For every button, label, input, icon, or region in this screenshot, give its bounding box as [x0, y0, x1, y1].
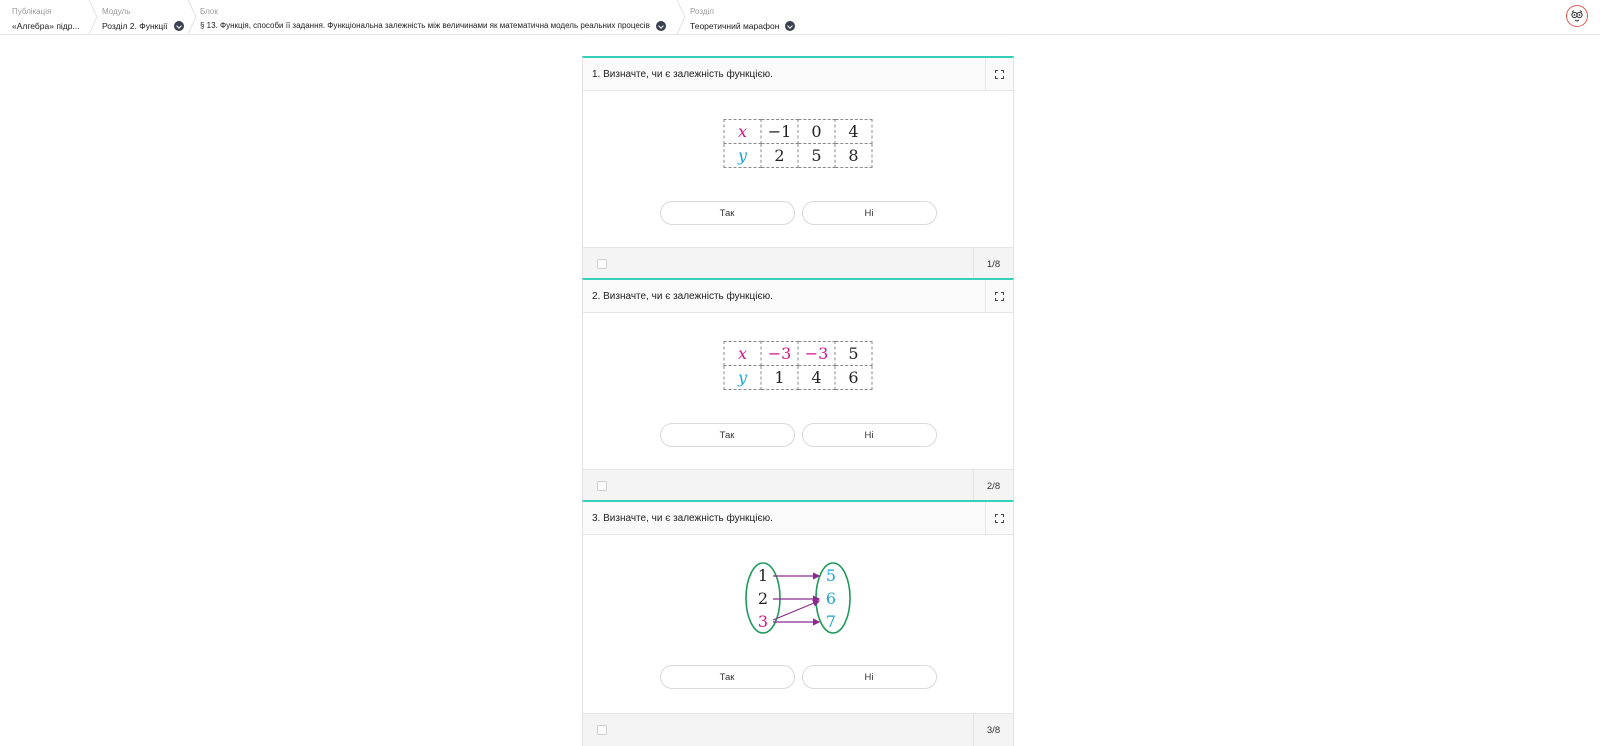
no-button[interactable]: Ні [801, 423, 937, 447]
yes-button[interactable]: Так [659, 665, 795, 689]
mark-checkbox[interactable] [597, 259, 607, 269]
x-label-cell: x [723, 119, 762, 144]
owl-icon [1571, 10, 1583, 22]
right-element: 5 [826, 566, 836, 585]
left-element: 3 [758, 612, 768, 631]
breadcrumb-section[interactable]: Розділ Теоретичний марафон [678, 0, 808, 34]
breadcrumb-value-row: § 13. Функція, способи її задання. Функц… [200, 20, 678, 32]
left-element: 1 [758, 566, 768, 585]
right-element: 6 [826, 589, 836, 608]
x-label-cell: x [723, 341, 762, 366]
mark-checkbox[interactable] [597, 725, 607, 735]
question-header: 1. Визначте, чи є залежність функцією. [583, 58, 1013, 91]
no-button[interactable]: Ні [801, 665, 937, 689]
question-footer: 2/8 [583, 469, 1013, 502]
breadcrumb-value: § 13. Функція, способи її задання. Функц… [200, 21, 650, 30]
expand-glyph [995, 513, 1004, 523]
chevron-down-icon[interactable] [785, 21, 796, 31]
expand-glyph [995, 69, 1004, 79]
breadcrumb-publication[interactable]: Публікація «Алгебра» підр... [0, 0, 90, 34]
question-card-2: 2. Визначте, чи є залежність функцією. x… [582, 278, 1014, 502]
breadcrumb-label: Блок [200, 7, 218, 16]
yes-button[interactable]: Так [659, 423, 795, 447]
chevron-down-icon[interactable] [655, 21, 666, 31]
mark-checkbox[interactable] [597, 481, 607, 491]
question-body: 1 2 3 5 6 7 Так Ні [583, 535, 1013, 713]
breadcrumb-value: Розділ 2. Функції [102, 21, 168, 31]
mapping-diagram: 1 2 3 5 6 7 [745, 562, 851, 634]
breadcrumb-label: Публікація [12, 7, 52, 16]
expand-icon[interactable] [985, 280, 1013, 312]
yes-button[interactable]: Так [659, 201, 795, 225]
question-header: 3. Визначте, чи є залежність функцією. [583, 502, 1013, 535]
x-value-cell: 5 [834, 341, 873, 366]
owl-avatar-icon[interactable] [1566, 5, 1588, 27]
chevron-down-icon[interactable] [173, 21, 184, 31]
y-value-cell: 4 [797, 365, 836, 390]
question-title: 2. Визначте, чи є залежність функцією. [592, 290, 773, 302]
x-value-cell: 0 [797, 119, 836, 144]
y-label-cell: y [723, 365, 762, 390]
question-title: 3. Визначте, чи є залежність функцією. [592, 512, 773, 524]
y-value-cell: 5 [797, 143, 836, 168]
x-value-cell: −3 [797, 341, 836, 366]
question-card-1: 1. Визначте, чи є залежність функцією. x… [582, 56, 1014, 280]
no-button[interactable]: Ні [801, 201, 937, 225]
breadcrumb-value-row: Теоретичний марафон [690, 20, 808, 32]
content-top-divider [582, 34, 1014, 35]
breadcrumb-module[interactable]: Модуль Розділ 2. Функції [90, 0, 190, 34]
top-breadcrumb-bar: Публікація «Алгебра» підр... Модуль Розд… [0, 0, 1600, 35]
question-body: x −3 −3 5 y 1 4 6 Так Ні [583, 313, 1013, 469]
question-title: 1. Визначте, чи є залежність функцією. [592, 68, 773, 80]
breadcrumb-label: Модуль [102, 7, 131, 16]
page-indicator: 3/8 [973, 714, 1013, 746]
expand-icon[interactable] [985, 58, 1013, 90]
question-footer: 1/8 [583, 247, 1013, 280]
y-value-cell: 2 [760, 143, 799, 168]
y-value-cell: 1 [760, 365, 799, 390]
breadcrumb-value-row: Розділ 2. Функції [102, 20, 190, 32]
answer-buttons: Так Ні [583, 665, 1013, 689]
answer-buttons: Так Ні [583, 201, 1013, 225]
question-card-3: 3. Визначте, чи є залежність функцією. 1… [582, 500, 1014, 746]
value-table: x −3 −3 5 y 1 4 6 [723, 341, 873, 390]
breadcrumb-value: «Алгебра» підр... [12, 21, 80, 31]
expand-icon[interactable] [985, 502, 1013, 534]
x-value-cell: −3 [760, 341, 799, 366]
x-value-cell: −1 [760, 119, 799, 144]
breadcrumb-label: Розділ [690, 7, 714, 16]
breadcrumb-block[interactable]: Блок § 13. Функція, способи її задання. … [188, 0, 678, 34]
value-table: x −1 0 4 y 2 5 8 [723, 119, 873, 168]
y-label-cell: y [723, 143, 762, 168]
expand-glyph [995, 291, 1004, 301]
question-footer: 3/8 [583, 713, 1013, 746]
question-header: 2. Визначте, чи є залежність функцією. [583, 280, 1013, 313]
question-body: x −1 0 4 y 2 5 8 Так Ні [583, 91, 1013, 247]
page-indicator: 2/8 [973, 470, 1013, 502]
left-element: 2 [758, 589, 768, 608]
page-indicator: 1/8 [973, 248, 1013, 280]
x-value-cell: 4 [834, 119, 873, 144]
y-value-cell: 8 [834, 143, 873, 168]
y-value-cell: 6 [834, 365, 873, 390]
right-element: 7 [826, 612, 836, 631]
breadcrumb-value: Теоретичний марафон [690, 21, 780, 31]
answer-buttons: Так Ні [583, 423, 1013, 447]
